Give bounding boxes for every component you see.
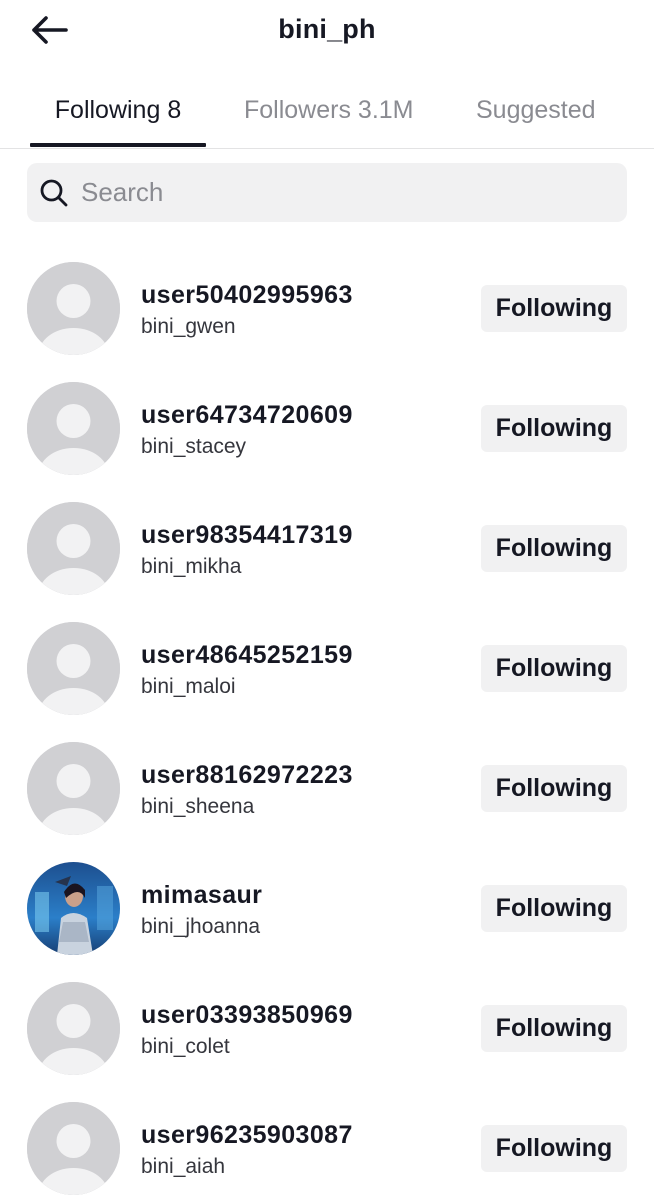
list-item[interactable]: user50402995963 bini_gwen Following (0, 249, 654, 369)
tab-following[interactable]: Following 8 (30, 96, 206, 125)
avatar[interactable] (27, 382, 120, 475)
following-button[interactable]: Following (481, 1005, 627, 1052)
username: user88162972223 (141, 761, 353, 789)
list-item[interactable]: user88162972223 bini_sheena Following (0, 729, 654, 849)
avatar[interactable] (27, 502, 120, 595)
avatar[interactable] (27, 622, 120, 715)
username: user64734720609 (141, 401, 353, 429)
avatar[interactable] (27, 262, 120, 355)
nickname: bini_sheena (141, 795, 255, 818)
following-button[interactable]: Following (481, 525, 627, 572)
username: user98354417319 (141, 521, 353, 549)
following-button[interactable]: Following (481, 765, 627, 812)
nickname: bini_maloi (141, 675, 236, 698)
header: bini_ph (0, 0, 654, 70)
username: user03393850969 (141, 1001, 353, 1029)
avatar[interactable] (27, 982, 120, 1075)
following-screen: bini_ph Following 8 Followers 3.1M Sugge… (0, 0, 654, 1200)
list-item[interactable]: user03393850969 bini_colet Following (0, 969, 654, 1089)
following-button[interactable]: Following (481, 1125, 627, 1172)
list-item[interactable]: user64734720609 bini_stacey Following (0, 369, 654, 489)
page-title: bini_ph (278, 14, 376, 44)
following-button[interactable]: Following (481, 285, 627, 332)
avatar[interactable] (27, 742, 120, 835)
following-button[interactable]: Following (481, 405, 627, 452)
following-list: user50402995963 bini_gwen Following user… (0, 249, 654, 1200)
list-item[interactable]: user98354417319 bini_mikha Following (0, 489, 654, 609)
nickname: bini_jhoanna (141, 915, 261, 938)
tab-followers[interactable]: Followers 3.1M (244, 96, 414, 125)
search-input[interactable] (81, 163, 627, 222)
nickname: bini_colet (141, 1035, 230, 1058)
list-item[interactable]: mimasaur bini_jhoanna Following (0, 849, 654, 969)
username: user50402995963 (141, 281, 353, 309)
username: user96235903087 (141, 1121, 353, 1149)
following-button[interactable]: Following (481, 885, 627, 932)
search-icon (39, 178, 69, 208)
nickname: bini_aiah (141, 1155, 226, 1178)
nickname: bini_mikha (141, 555, 242, 578)
following-button[interactable]: Following (481, 645, 627, 692)
search-bar[interactable] (27, 163, 627, 222)
avatar[interactable] (27, 862, 120, 955)
active-tab-indicator (30, 143, 206, 147)
nickname: bini_stacey (141, 435, 247, 458)
tab-suggested[interactable]: Suggested (476, 96, 596, 125)
tab-bar: Following 8 Followers 3.1M Suggested (0, 70, 654, 149)
list-item[interactable]: user96235903087 bini_aiah Following (0, 1089, 654, 1200)
list-item[interactable]: user48645252159 bini_maloi Following (0, 609, 654, 729)
username: user48645252159 (141, 641, 353, 669)
avatar[interactable] (27, 1102, 120, 1195)
nickname: bini_gwen (141, 315, 236, 338)
username: mimasaur (141, 881, 263, 909)
